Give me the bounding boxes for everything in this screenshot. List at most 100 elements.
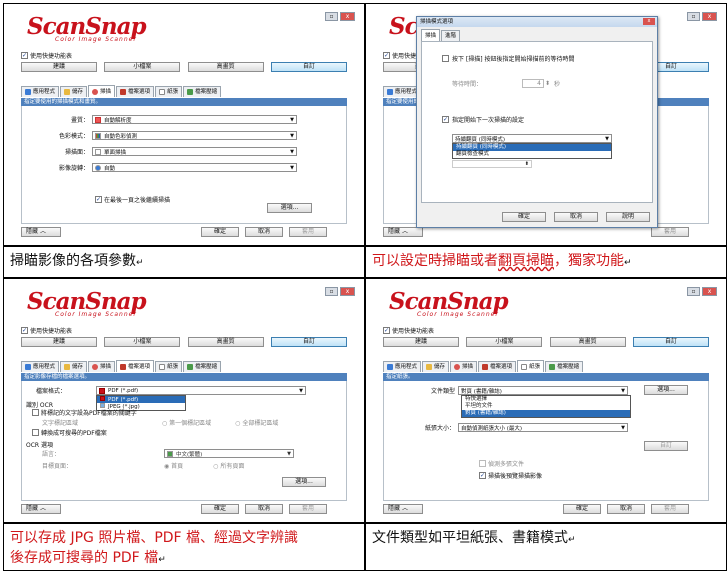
ok-button[interactable]: 確定	[563, 504, 601, 514]
wait-time-input[interactable]: 4	[522, 79, 544, 88]
minimize-button[interactable]: ▫	[687, 287, 700, 296]
tab-paper[interactable]: 紙張	[155, 86, 183, 97]
next-scan-select[interactable]: 持續翻頁 (同時模式) ▼	[452, 134, 612, 143]
close-button[interactable]: x	[702, 287, 717, 296]
profile-custom-button[interactable]: 自訂	[270, 337, 347, 347]
paper-icon	[159, 89, 166, 95]
profile-recommended-button[interactable]: 建議	[21, 337, 97, 347]
tab-compression[interactable]: 檔案壓縮	[545, 361, 584, 372]
ok-button[interactable]: 確定	[201, 227, 239, 237]
next-scan-checkbox[interactable]: 指定開始下一次掃描的設定	[442, 115, 524, 124]
color-mode-select[interactable]: 自動色彩偵測 ▼	[92, 131, 297, 140]
radio-all-areas[interactable]: ○ 全部標記區域	[235, 418, 278, 427]
quick-menu-checkbox[interactable]: 使用快捷功能表	[383, 326, 434, 335]
profile-high-quality-button[interactable]: 高畫質	[187, 337, 264, 347]
tab-save[interactable]: 儲存	[422, 361, 450, 372]
tab-file-option[interactable]: 檔案選項	[116, 360, 155, 372]
profile-custom-button[interactable]: 自訂	[632, 337, 709, 347]
profile-small-button[interactable]: 小檔案	[466, 337, 543, 347]
paper-size-select[interactable]: 自動偵測紙張大小 (最大) ▼	[458, 423, 628, 432]
profile-custom-button[interactable]: 自訂	[270, 62, 347, 72]
doc-type-select[interactable]: 對頁 (書籍/雜誌) ▼	[458, 386, 628, 395]
quality-select[interactable]: 自動解析度 ▼	[92, 115, 297, 124]
dialog-tab-scan[interactable]: 掃描	[421, 29, 441, 41]
panel-header: 指定要使用的掃描模式和畫質。	[21, 98, 347, 106]
minimize-button[interactable]: ▫	[687, 12, 700, 21]
options-button[interactable]: 選項...	[644, 385, 688, 395]
tab-application[interactable]: 應用程式	[21, 86, 60, 97]
tab-label: 掃描	[462, 364, 474, 370]
searchable-pdf-checkbox[interactable]: 轉換成可搜尋的PDF檔案	[32, 428, 107, 437]
hide-button[interactable]: 隱藏 ︿	[383, 504, 423, 514]
tab-file-option[interactable]: 檔案選項	[116, 86, 155, 97]
cancel-button[interactable]: 取消	[245, 227, 283, 237]
close-button[interactable]: x	[340, 287, 355, 296]
profile-small-button[interactable]: 小檔案	[104, 62, 181, 72]
tab-compression[interactable]: 檔案壓縮	[183, 86, 222, 97]
language-select[interactable]: 中文(繁體) ▼	[164, 449, 294, 458]
profile-recommended-button[interactable]: 建議	[21, 62, 97, 72]
dialog-ok-button[interactable]: 確定	[502, 212, 546, 222]
profile-high-quality-button[interactable]: 高畫質	[549, 337, 626, 347]
apply-button[interactable]: 套用	[651, 227, 689, 237]
option-continuous[interactable]: 持續翻頁 (同時模式)	[453, 144, 611, 151]
file-format-select[interactable]: PDF (*.pdf) ▼	[96, 386, 306, 395]
hide-button[interactable]: 隱藏 ︿	[21, 504, 61, 514]
scan-icon	[454, 364, 461, 370]
dialog-help-button[interactable]: 說明	[606, 212, 650, 222]
close-button[interactable]: x	[702, 12, 717, 21]
radio-all-pages[interactable]: ○ 所有頁面	[213, 461, 244, 470]
apply-button[interactable]: 套用	[651, 504, 689, 514]
dialog-tab-advanced[interactable]: 進階	[441, 30, 461, 41]
tab-scan[interactable]: 掃描	[88, 85, 116, 97]
dialog-close-button[interactable]: x	[643, 18, 655, 25]
radio-first-area[interactable]: ○ 第一個標記區域	[162, 418, 211, 427]
keyword-checkbox[interactable]: 將標記的文字設為PDF檔案的關鍵字	[32, 408, 137, 417]
tab-compression[interactable]: 檔案壓縮	[183, 361, 222, 372]
rotation-select[interactable]: 自動 ▼	[92, 163, 297, 172]
close-button[interactable]: x	[340, 12, 355, 21]
tab-application[interactable]: 應用程式	[21, 361, 60, 372]
quick-menu-checkbox[interactable]: 使用快捷功能表	[21, 51, 72, 60]
chevron-up-icon: ︿	[39, 228, 46, 235]
dialog-cancel-button[interactable]: 取消	[554, 212, 598, 222]
profile-small-button[interactable]: 小檔案	[104, 337, 181, 347]
quick-menu-checkbox[interactable]: 使用快捷功能表	[21, 326, 72, 335]
profile-recommended-button[interactable]: 建議	[383, 337, 459, 347]
tab-file-option[interactable]: 檔案選項	[478, 361, 517, 372]
target-page-row: 目標頁面： ◉ 首頁 ○ 所有頁面	[42, 461, 244, 470]
radio-first-page[interactable]: ◉ 首頁	[164, 461, 183, 470]
continue-scan-checkbox[interactable]: 在最後一頁之後繼續掃描	[95, 195, 170, 204]
option-pdf[interactable]: PDF (*.pdf)	[97, 396, 185, 403]
ok-button[interactable]: 確定	[201, 504, 239, 514]
tab-save[interactable]: 儲存	[60, 86, 88, 97]
wait-time-checkbox[interactable]: 按下 [掃描] 按鈕後指定開始掃描前的等待時間	[442, 54, 575, 63]
apply-button[interactable]: 套用	[289, 227, 327, 237]
custom-size-button[interactable]: 自訂	[644, 441, 688, 451]
hide-button[interactable]: 隱藏 ︿	[383, 227, 423, 237]
apply-button[interactable]: 套用	[289, 504, 327, 514]
scan-side-select[interactable]: 單面掃描 ▼	[92, 147, 297, 156]
tab-application[interactable]: 應用程式	[383, 361, 422, 372]
minimize-button[interactable]: ▫	[325, 12, 338, 21]
options-button[interactable]: 選項...	[267, 203, 312, 213]
minimize-button[interactable]: ▫	[325, 287, 338, 296]
option-flat[interactable]: 平坦的文件	[462, 403, 630, 410]
option-book[interactable]: 對頁 (書籍/雜誌)	[462, 410, 630, 417]
options-button[interactable]: 選項...	[282, 477, 326, 487]
bottom-bar: 隱藏 ︿ 確定 取消 套用	[383, 504, 709, 514]
tab-label: 儲存	[434, 364, 446, 370]
cancel-button[interactable]: 取消	[245, 504, 283, 514]
cancel-button[interactable]: 取消	[607, 504, 645, 514]
tab-save[interactable]: 儲存	[60, 361, 88, 372]
tab-scan[interactable]: 掃描	[88, 361, 116, 372]
hide-button[interactable]: 隱藏 ︿	[21, 227, 61, 237]
tab-scan[interactable]: 掃描	[450, 361, 478, 372]
tab-paper[interactable]: 紙張	[155, 361, 183, 372]
preview-checkbox[interactable]: 掃描後預覽掃描影像	[479, 471, 542, 480]
tab-paper[interactable]: 紙張	[517, 360, 545, 372]
option-page-check[interactable]: 翻頁檢查模式	[453, 151, 611, 158]
multi-feed-checkbox[interactable]: 偵測多張文件	[479, 459, 524, 468]
profile-high-quality-button[interactable]: 高畫質	[187, 62, 264, 72]
option-auto[interactable]: 特快選擇	[462, 396, 630, 403]
